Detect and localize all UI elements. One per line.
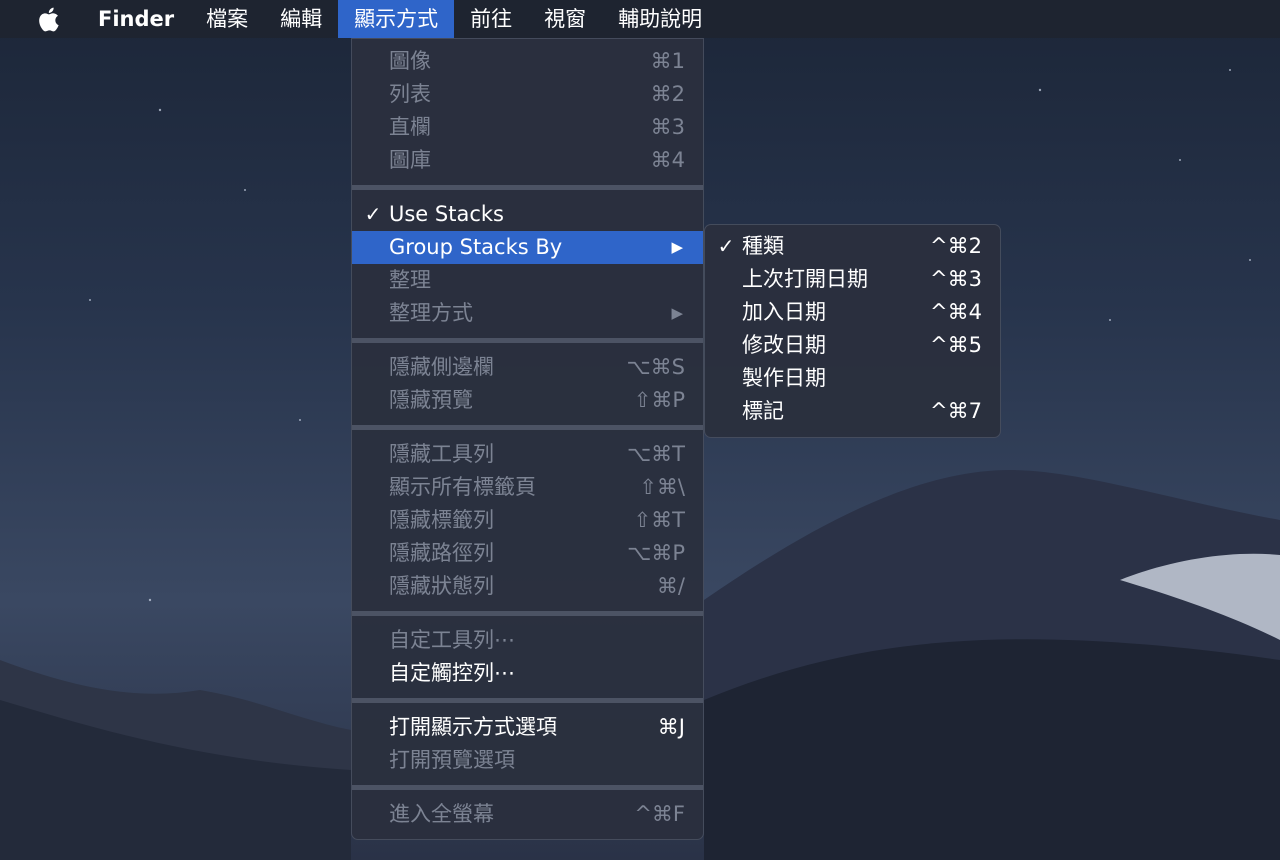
menu-separator [352,425,703,430]
menu-separator [352,785,703,790]
menu-item-label: 自定觸控列⋯ [389,661,515,685]
menu-item-hide-toolbar[interactable]: 隱藏工具列 ⌥⌘T [352,438,703,471]
menubar-go[interactable]: 前往 [454,0,528,38]
menu-item-shortcut: ^⌘3 [930,267,982,291]
menu-item-hide-sidebar[interactable]: 隱藏側邊欄 ⌥⌘S [352,351,703,384]
submenu-item-kind[interactable]: ✓ 種類 ^⌘2 [705,230,1000,263]
menu-item-shortcut: ⌘2 [650,82,685,106]
menubar-finder[interactable]: Finder [82,0,190,38]
menubar-help[interactable]: 輔助說明 [602,0,718,38]
menu-item-label: 進入全螢幕 [389,802,494,826]
menu-item-label: 隱藏路徑列 [389,541,494,565]
menu-item-shortcut: ^⌘7 [930,399,982,423]
menu-item-enter-full-screen[interactable]: 進入全螢幕 ^⌘F [352,798,703,831]
menu-item-shortcut: ⌘J [657,715,685,739]
menu-item-clean-up[interactable]: 整理 [352,264,703,297]
menubar-view[interactable]: 顯示方式 [338,0,455,38]
menu-item-shortcut: ⌥⌘S [626,355,685,379]
menu-item-label: 整理方式 [389,301,473,325]
menu-item-hide-tab-bar[interactable]: 隱藏標籤列 ⇧⌘T [352,504,703,537]
group-stacks-by-submenu: ✓ 種類 ^⌘2 上次打開日期 ^⌘3 加入日期 ^⌘4 修改日期 ^⌘5 製作… [704,224,1001,438]
menu-item-shortcut: ⇧⌘T [633,508,685,532]
menu-item-shortcut: ⌘3 [650,115,685,139]
menu-item-shortcut: ⌘1 [650,49,685,73]
checkmark-icon: ✓ [717,234,735,258]
menu-item-label: 上次打開日期 [742,267,868,291]
menu-item-use-stacks[interactable]: ✓ Use Stacks [352,198,703,231]
view-menu: 圖像 ⌘1 列表 ⌘2 直欄 ⌘3 圖庫 ⌘4 ✓ Use Stacks Gro… [351,38,704,840]
menu-item-shortcut: ⇧⌘\ [639,475,685,499]
menu-separator [352,185,703,190]
menu-item-label: 列表 [389,82,431,106]
apple-icon[interactable] [28,0,68,38]
menu-item-label: 製作日期 [742,366,826,390]
menu-item-customize-toolbar[interactable]: 自定工具列⋯ [352,624,703,657]
menu-bar: Finder 檔案 編輯 顯示方式 前往 視窗 輔助說明 [0,0,1280,38]
menu-item-columns[interactable]: 直欄 ⌘3 [352,111,703,144]
submenu-item-date-last-opened[interactable]: 上次打開日期 ^⌘3 [705,263,1000,296]
menu-item-shortcut: ^⌘4 [930,300,982,324]
menu-item-label: 種類 [742,234,784,258]
menu-item-label: 隱藏工具列 [389,442,494,466]
menu-item-gallery[interactable]: 圖庫 ⌘4 [352,144,703,177]
submenu-arrow-icon: ▶ [671,304,683,322]
menu-separator [352,611,703,616]
menu-item-label: 打開顯示方式選項 [389,715,557,739]
menu-item-label: 直欄 [389,115,431,139]
menu-item-label: 標記 [742,399,784,423]
submenu-item-date-modified[interactable]: 修改日期 ^⌘5 [705,329,1000,362]
submenu-arrow-icon: ▶ [671,238,683,256]
menu-item-label: 隱藏狀態列 [389,574,494,598]
menu-item-shortcut: ⌥⌘T [626,442,685,466]
menu-separator [352,698,703,703]
menu-item-label: 修改日期 [742,333,826,357]
menu-item-show-view-options[interactable]: 打開顯示方式選項 ⌘J [352,711,703,744]
menu-item-label: 隱藏預覽 [389,388,473,412]
menu-item-label: Use Stacks [389,202,504,226]
menu-item-show-preview-options[interactable]: 打開預覽選項 [352,744,703,777]
menu-item-label: 圖像 [389,49,431,73]
menu-item-shortcut: ^⌘F [634,802,685,826]
menu-item-shortcut: ⌥⌘P [627,541,685,565]
menu-item-shortcut: ⌘/ [656,574,685,598]
menubar-edit[interactable]: 編輯 [264,0,338,38]
menu-item-label: 加入日期 [742,300,826,324]
menu-item-shortcut: ^⌘5 [930,333,982,357]
menu-item-label: 顯示所有標籤頁 [389,475,536,499]
checkmark-icon: ✓ [364,202,382,226]
menu-separator [352,338,703,343]
menu-item-label: 自定工具列⋯ [389,628,515,652]
menu-item-label: 打開預覽選項 [389,748,515,772]
menu-item-list[interactable]: 列表 ⌘2 [352,78,703,111]
menubar-window[interactable]: 視窗 [528,0,602,38]
menu-item-hide-status-bar[interactable]: 隱藏狀態列 ⌘/ [352,570,703,603]
menu-item-hide-preview[interactable]: 隱藏預覽 ⇧⌘P [352,384,703,417]
menu-item-label: 圖庫 [389,148,431,172]
menu-item-group-stacks-by[interactable]: Group Stacks By ▶ [352,231,703,264]
menubar-file[interactable]: 檔案 [190,0,264,38]
menu-item-shortcut: ⇧⌘P [633,388,685,412]
menu-item-hide-path-bar[interactable]: 隱藏路徑列 ⌥⌘P [352,537,703,570]
menu-item-clean-up-by[interactable]: 整理方式 ▶ [352,297,703,330]
menu-item-label: 整理 [389,268,431,292]
menu-item-customize-touch-bar[interactable]: 自定觸控列⋯ [352,657,703,690]
menu-item-icons[interactable]: 圖像 ⌘1 [352,45,703,78]
submenu-item-date-added[interactable]: 加入日期 ^⌘4 [705,296,1000,329]
menu-item-label: 隱藏標籤列 [389,508,494,532]
menu-item-shortcut: ⌘4 [650,148,685,172]
menu-item-label: 隱藏側邊欄 [389,355,494,379]
submenu-item-tags[interactable]: 標記 ^⌘7 [705,395,1000,428]
menu-item-label: Group Stacks By [389,235,563,259]
menu-item-show-all-tabs[interactable]: 顯示所有標籤頁 ⇧⌘\ [352,471,703,504]
menu-item-shortcut: ^⌘2 [930,234,982,258]
submenu-item-date-created[interactable]: 製作日期 [705,362,1000,395]
